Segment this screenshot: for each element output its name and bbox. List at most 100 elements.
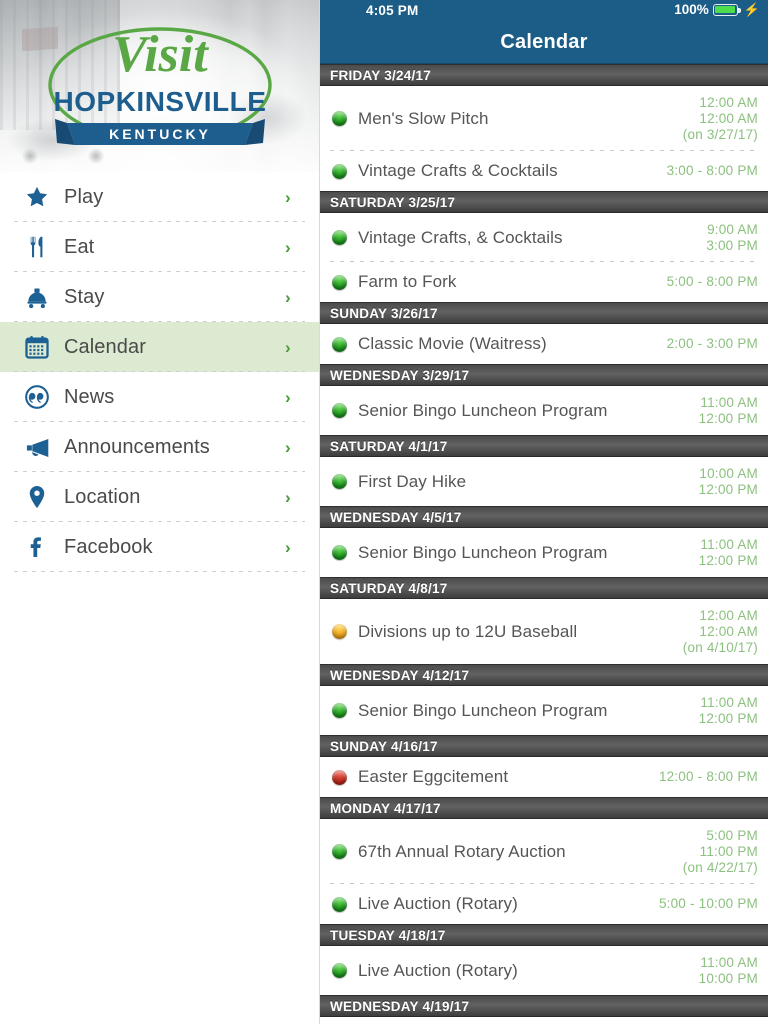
event-time-line: 12:00 PM <box>698 410 758 426</box>
nav-bar: Calendar <box>320 22 768 64</box>
event-time-line: 10:00 PM <box>698 970 758 986</box>
sidebar-item-facebook[interactable]: Facebook › <box>0 522 319 572</box>
sidebar-item-announcements[interactable]: Announcements › <box>0 422 319 472</box>
event-row[interactable]: Men's Slow Pitch 12:00 AM 12:00 AM (on 3/27… <box>320 86 768 151</box>
luggage-cart-icon <box>20 284 54 310</box>
sidebar-item-location[interactable]: Location › <box>0 472 319 522</box>
event-status-dot-green-icon <box>332 844 347 859</box>
event-title: Live Auction (Rotary) <box>358 960 518 980</box>
event-title: Live Auction (Rotary) <box>358 894 518 913</box>
day-header: SATURDAY 3/25/17 <box>320 191 768 213</box>
event-row[interactable]: Farm to Fork 5:00 - 8:00 PM <box>320 262 768 302</box>
event-title: Senior Bingo Luncheon Program <box>358 400 608 420</box>
event-title: First Day Hike <box>358 471 467 491</box>
event-row[interactable]: Easter Eggcitement 12:00 - 8:00 PM <box>320 757 768 797</box>
facebook-icon <box>20 534 54 560</box>
event-times: 9:00 AM 3:00 PM <box>696 222 758 254</box>
logo-svg: Visit HOPKINSVILLE KENTUCKY <box>47 26 272 145</box>
event-status-dot-red-icon <box>332 769 347 785</box>
event-row[interactable]: Divisions up to 12U Baseball 12:00 AM 12:0… <box>320 599 768 664</box>
event-times: 10:00 AM 12:00 PM <box>689 466 758 498</box>
event-time-line: 11:00 AM <box>700 694 758 710</box>
event-title: Vintage Crafts & Cocktails <box>358 161 558 180</box>
event-times: 12:00 AM 12:00 AM (on 4/10/17) <box>673 608 758 656</box>
map-pin-icon <box>20 484 54 510</box>
svg-text:Visit: Visit <box>112 26 209 83</box>
event-time-line: 3:00 - 8:00 PM <box>666 163 758 178</box>
sidebar-item-label: Eat <box>64 236 95 258</box>
event-row[interactable]: Live Auction (Rotary) 11:00 AM 10:00 PM <box>320 946 768 995</box>
day-header: SUNDAY 3/26/17 <box>320 302 768 324</box>
event-status-dot-green-icon <box>332 111 347 126</box>
star-icon <box>20 184 54 210</box>
event-status-dot-green-icon <box>332 896 347 912</box>
quote-icon <box>20 384 54 410</box>
event-row[interactable]: 67th Annual Rotary Auction 5:00 PM 11:00 P… <box>320 819 768 884</box>
event-title: 67th Annual Rotary Auction <box>358 841 566 861</box>
event-status-dot-green-icon <box>332 474 347 489</box>
sidebar-item-label: Announcements <box>64 436 210 458</box>
event-time-line: 11:00 AM <box>700 536 758 552</box>
calendar-icon <box>20 334 54 360</box>
event-time-line: 11:00 PM <box>699 843 758 859</box>
sidebar-menu: Play › Eat › Stay › Calendar › News › Announcement… <box>0 172 319 572</box>
event-times: 5:00 PM 11:00 PM (on 4/22/17) <box>673 828 758 876</box>
sidebar-item-label: Location <box>64 486 141 508</box>
event-time-line: 11:00 AM <box>700 394 758 410</box>
event-status-dot-green-icon <box>332 703 347 718</box>
day-header: WEDNESDAY 4/12/17 <box>320 664 768 686</box>
event-time-line: 12:00 - 8:00 PM <box>658 769 758 784</box>
sidebar-item-news[interactable]: News › <box>0 372 319 422</box>
event-title: Farm to Fork <box>358 272 457 291</box>
event-row[interactable]: Senior Bingo Luncheon Program 11:00 AM 12:… <box>320 386 768 435</box>
event-time-line: (on 3/27/17) <box>682 126 758 142</box>
calendar-event-list[interactable]: FRIDAY 3/24/17 Men's Slow Pitch 12:00 AM 12… <box>320 64 768 1024</box>
event-status-dot-green-icon <box>332 545 347 560</box>
sidebar-item-label: Play <box>64 186 104 208</box>
event-row[interactable]: Senior Bingo Luncheon Program 11:00 AM 12:… <box>320 528 768 577</box>
event-row[interactable]: Live Auction (Rotary) 5:00 - 10:00 PM <box>320 884 768 924</box>
event-times: 2:00 - 3:00 PM <box>657 336 758 352</box>
event-row[interactable]: Live Action (Rotary)11:00 AM <box>320 1017 768 1024</box>
sidebar-item-label: Stay <box>64 286 105 308</box>
visit-hopkinsville-logo: Visit HOPKINSVILLE KENTUCKY <box>0 0 319 172</box>
event-status-dot-green-icon <box>332 274 347 290</box>
event-row[interactable]: Vintage Crafts, & Cocktails 9:00 AM 3:00 P… <box>320 213 768 262</box>
event-row[interactable]: Classic Movie (Waitress) 2:00 - 3:00 PM <box>320 324 768 364</box>
event-title: Vintage Crafts, & Cocktails <box>358 227 563 247</box>
chevron-right-icon: › <box>285 287 291 307</box>
day-header: WEDNESDAY 4/5/17 <box>320 506 768 528</box>
status-bar-time: 4:05 PM <box>366 3 419 18</box>
event-time-line: 5:00 - 8:00 PM <box>666 274 758 289</box>
event-title: Men's Slow Pitch <box>358 108 489 128</box>
event-time-line: 12:00 AM <box>699 110 758 126</box>
event-time-line: 12:00 PM <box>698 710 758 726</box>
event-title: Senior Bingo Luncheon Program <box>358 542 608 562</box>
sidebar-item-stay[interactable]: Stay › <box>0 272 319 322</box>
event-times: 12:00 - 8:00 PM <box>649 769 758 785</box>
sidebar-item-eat[interactable]: Eat › <box>0 222 319 272</box>
chevron-right-icon: › <box>285 337 291 357</box>
status-bar-right-cluster: 100% ⚡ <box>674 2 760 17</box>
sidebar-item-label: News <box>64 386 115 408</box>
megaphone-icon <box>20 434 54 461</box>
event-title: Senior Bingo Luncheon Program <box>358 700 608 720</box>
sidebar-item-calendar[interactable]: Calendar › <box>0 322 319 372</box>
event-time-line: 12:00 AM <box>699 94 758 110</box>
sidebar-item-play[interactable]: Play › <box>0 172 319 222</box>
event-status-dot-orange-icon <box>332 624 347 639</box>
event-row[interactable]: First Day Hike 10:00 AM 12:00 PM <box>320 457 768 506</box>
chevron-right-icon: › <box>285 487 291 507</box>
day-header: FRIDAY 3/24/17 <box>320 64 768 86</box>
event-time-line: 12:00 AM <box>699 607 758 623</box>
event-row[interactable]: Vintage Crafts & Cocktails 3:00 - 8:00 PM <box>320 151 768 191</box>
event-status-dot-green-icon <box>332 336 347 352</box>
event-row[interactable]: Senior Bingo Luncheon Program 11:00 AM 12:… <box>320 686 768 735</box>
event-times: 5:00 - 8:00 PM <box>657 274 758 290</box>
event-time-line: 11:00 AM <box>700 954 758 970</box>
event-times: 3:00 - 8:00 PM <box>657 163 758 179</box>
day-header: SATURDAY 4/1/17 <box>320 435 768 457</box>
battery-full-icon <box>712 3 741 16</box>
logo-header: Visit HOPKINSVILLE KENTUCKY <box>0 0 319 172</box>
day-header: WEDNESDAY 4/19/17 <box>320 995 768 1017</box>
